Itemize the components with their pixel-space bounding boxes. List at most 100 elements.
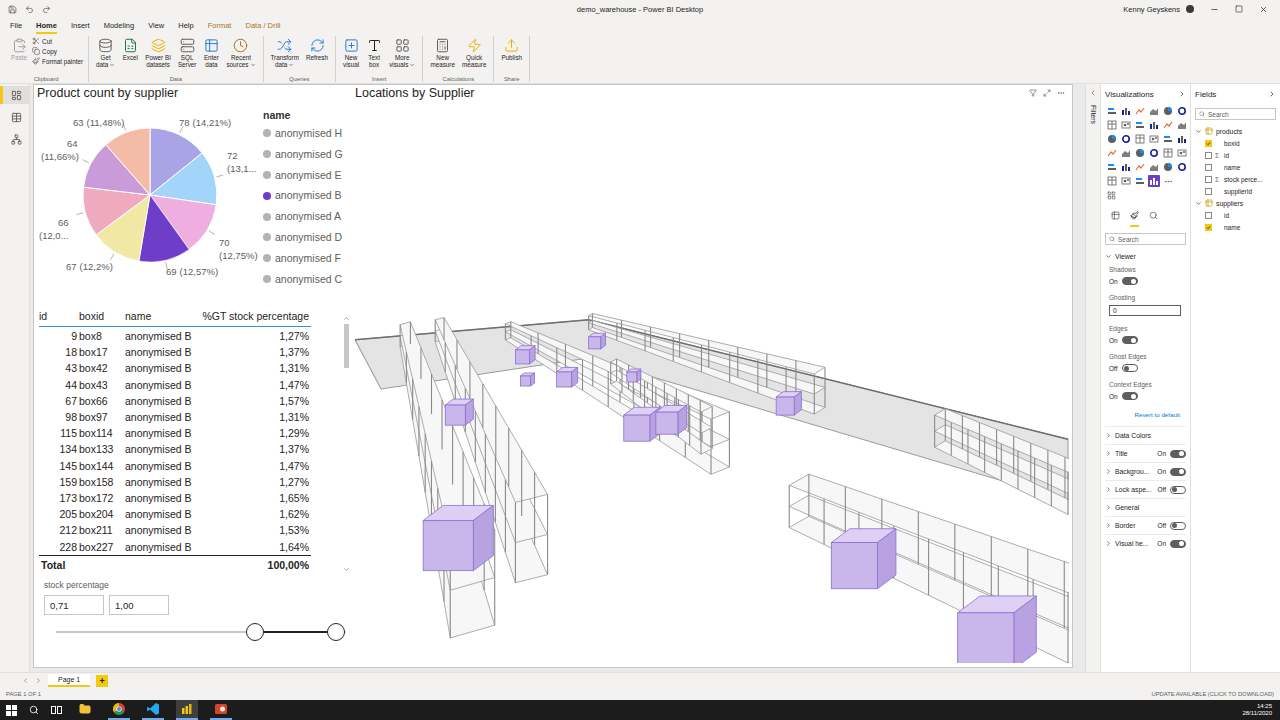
ribbon-button[interactable]: Excel — [120, 36, 140, 62]
visual-type-button[interactable] — [1176, 119, 1188, 131]
ribbon-button[interactable]: Newvisual — [341, 36, 361, 69]
ribbon-button[interactable]: Getdata — [94, 36, 117, 69]
highlighted-box[interactable] — [557, 367, 578, 387]
nav-item[interactable] — [0, 86, 29, 104]
user-name[interactable]: Kenny Geyskens — [1123, 5, 1180, 14]
column-header[interactable]: %GT stock percentage — [199, 310, 311, 322]
visual-type-button[interactable] — [1162, 105, 1174, 117]
table-row[interactable]: 43box42anonymised B1,31% — [39, 360, 311, 376]
field-item[interactable]: Σstock perce... — [1195, 173, 1276, 185]
visual-type-button[interactable] — [1162, 133, 1174, 145]
highlighted-box[interactable] — [624, 407, 661, 441]
format-card[interactable]: Visual he...On — [1105, 534, 1186, 552]
toggle-switch[interactable] — [1170, 522, 1186, 530]
table-visual[interactable]: idboxidname%GT stock percentage9box8anon… — [37, 301, 351, 573]
taskbar-app[interactable] — [176, 700, 198, 720]
visual-type-button[interactable] — [1148, 105, 1160, 117]
ribbon-tab[interactable]: File — [10, 19, 22, 34]
visual-type-button[interactable] — [1176, 147, 1188, 159]
ribbon-button[interactable]: Publish — [499, 36, 524, 62]
ribbon-tab[interactable]: View — [148, 19, 164, 34]
ribbon-tab[interactable]: Home — [36, 19, 57, 34]
update-notice[interactable]: UPDATE AVAILABLE (CLICK TO DOWNLOAD) — [1151, 691, 1274, 697]
visual-type-button[interactable] — [1148, 161, 1160, 173]
revert-link[interactable]: Revert to default — [1105, 409, 1186, 426]
visual-type-button[interactable] — [1134, 175, 1146, 187]
nav-item[interactable] — [0, 130, 29, 148]
taskbar-app[interactable] — [108, 700, 130, 720]
ribbon-button[interactable]: Refresh — [304, 36, 330, 62]
format-card[interactable]: TitleOn — [1105, 444, 1186, 462]
column-header[interactable]: boxid — [79, 310, 125, 322]
ribbon-button[interactable]: Quickmeasure — [460, 36, 489, 69]
taskbar-app[interactable] — [74, 700, 96, 720]
previous-page-icon[interactable] — [22, 677, 29, 684]
legend-item[interactable]: anonymised F — [263, 248, 343, 269]
visual-type-button[interactable] — [1106, 175, 1118, 187]
ribbon-tab[interactable]: Data / Drill — [245, 19, 280, 34]
redo-icon[interactable] — [42, 5, 51, 14]
slider-max-thumb[interactable] — [327, 623, 345, 641]
format-card[interactable]: General — [1105, 498, 1186, 516]
pie-visual[interactable]: Product count by supplier78(14,21%)72(13… — [37, 85, 351, 301]
table-row[interactable]: 212box211anonymised B1,53% — [39, 522, 311, 538]
slicer-max-input[interactable]: 1,00 — [109, 595, 169, 615]
highlighted-box[interactable] — [656, 405, 687, 434]
visual-type-button[interactable] — [1120, 147, 1132, 159]
taskbar-clock[interactable]: 14:2528/11/2020 — [1242, 703, 1280, 717]
ribbon-tab[interactable]: Help — [178, 19, 193, 34]
visual-type-button[interactable] — [1106, 147, 1118, 159]
ribbon-tab[interactable]: Insert — [71, 19, 90, 34]
field-checkbox[interactable] — [1205, 140, 1212, 147]
ribbon-button[interactable]: Power BIdatasets — [143, 36, 173, 69]
pie-slice[interactable] — [83, 187, 150, 235]
next-page-icon[interactable] — [35, 677, 42, 684]
toggle-switch[interactable] — [1170, 486, 1186, 494]
toggle-switch[interactable] — [1122, 364, 1138, 372]
more-options-icon[interactable] — [1057, 89, 1065, 97]
add-page-button[interactable]: + — [96, 675, 108, 687]
visual-type-button[interactable] — [1176, 105, 1188, 117]
toggle-switch[interactable] — [1170, 450, 1186, 458]
visual-type-button[interactable] — [1120, 119, 1132, 131]
scroll-up-icon[interactable] — [343, 315, 350, 322]
ribbon-button[interactable]: Textbox — [364, 36, 384, 69]
ribbon-small-button[interactable]: Cut — [32, 37, 83, 45]
table-row[interactable]: 173box172anonymised B1,65% — [39, 490, 311, 506]
toggle-switch[interactable] — [1122, 392, 1138, 400]
visual-type-button[interactable] — [1120, 133, 1132, 145]
table-row[interactable]: 18box17anonymised B1,37% — [39, 344, 311, 360]
ribbon-button[interactable]: SQLServer — [176, 36, 199, 69]
highlighted-box[interactable] — [831, 529, 896, 589]
visual-type-button[interactable] — [1134, 119, 1146, 131]
visual-type-button[interactable] — [1106, 161, 1118, 173]
legend-item[interactable]: anonymised E — [263, 165, 343, 186]
scroll-down-icon[interactable] — [343, 566, 350, 573]
format-card[interactable]: Backgrou...On — [1105, 462, 1186, 480]
taskbar-app[interactable] — [210, 700, 232, 720]
more-visuals-button[interactable] — [1162, 175, 1174, 187]
visual-type-button[interactable] — [1134, 133, 1146, 145]
ribbon-button[interactable]: Recentsources — [224, 36, 257, 69]
ribbon-button[interactable]: Transformdata — [269, 36, 301, 69]
table-row[interactable]: 145box144anonymised B1,47% — [39, 458, 311, 474]
field-item[interactable]: boxid — [1195, 137, 1276, 149]
visual-type-button[interactable] — [1162, 161, 1174, 173]
avatar-icon[interactable] — [1186, 5, 1194, 13]
save-icon[interactable] — [8, 5, 17, 14]
table-row[interactable]: 9box8anonymised B1,27% — [39, 328, 311, 344]
task-view-icon[interactable] — [51, 705, 62, 715]
ribbon-small-button[interactable]: Format painter — [32, 57, 83, 65]
highlighted-box[interactable] — [776, 392, 801, 415]
field-checkbox[interactable] — [1205, 224, 1212, 231]
visual-type-button[interactable] — [1148, 119, 1160, 131]
legend-item[interactable]: anonymised C — [263, 269, 343, 290]
highlighted-box[interactable] — [627, 369, 641, 382]
legend-item[interactable]: anonymised G — [263, 144, 343, 165]
filters-pane-collapsed[interactable]: Filters — [1085, 84, 1100, 672]
windows-start-icon[interactable] — [6, 705, 17, 716]
visual-type-button[interactable] — [1176, 133, 1188, 145]
visual-type-button[interactable] — [1120, 105, 1132, 117]
visual-type-button[interactable] — [1162, 147, 1174, 159]
visual-type-button[interactable] — [1176, 161, 1188, 173]
